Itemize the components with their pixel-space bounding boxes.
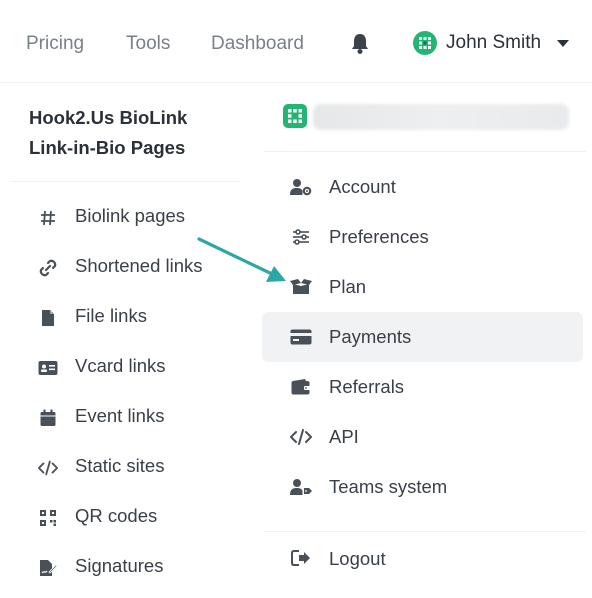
menu-item-label: Preferences [329, 226, 429, 247]
divider [264, 151, 586, 152]
menu-item-label: Teams system [329, 476, 448, 497]
signature-icon [38, 558, 58, 578]
menu-item-label: API [329, 426, 359, 447]
menu-item-label: Plan [329, 276, 367, 297]
menu-item-label: Account [329, 176, 396, 197]
user-menu-toggle[interactable]: John Smith [412, 30, 570, 56]
redacted-email [313, 104, 569, 130]
menu-item-label: Payments [329, 326, 412, 347]
logout-label: Logout [329, 548, 386, 569]
code-icon [290, 427, 312, 447]
caret-down-icon [557, 39, 570, 47]
menu-item-referrals[interactable]: Referrals [262, 362, 583, 412]
bell-icon[interactable] [350, 33, 370, 55]
menu-item-api[interactable]: API [262, 412, 583, 462]
nav-link-pricing[interactable]: Pricing [26, 33, 84, 55]
menu-item-preferences[interactable]: Preferences [262, 212, 583, 262]
credit-card-icon [290, 327, 312, 347]
hash-icon [38, 208, 58, 228]
sidebar-item-label: Event links [75, 405, 165, 426]
sidebar-item-label: Vcard links [75, 355, 166, 376]
brand-line-2: Link-in-Bio Pages [29, 137, 186, 158]
dropdown-user-header [283, 102, 573, 130]
sidebar-item-label: Signatures [75, 555, 164, 576]
divider [264, 531, 586, 532]
menu-item-payments[interactable]: Payments [262, 312, 583, 362]
avatar [412, 30, 438, 56]
sidebar-item-event-links[interactable]: Event links [0, 392, 250, 442]
wallet-icon [290, 377, 312, 397]
sidebar-item-static-sites[interactable]: Static sites [0, 442, 250, 492]
logout-button[interactable]: Logout [262, 534, 583, 584]
id-card-icon [38, 358, 58, 378]
sidebar-item-signatures[interactable]: Signatures [0, 542, 250, 592]
brand-line-1: Hook2.Us BioLink [29, 107, 188, 128]
menu-item-plan[interactable]: Plan [262, 262, 583, 312]
sidebar-item-label: Static sites [75, 455, 165, 476]
user-tag-icon [290, 477, 312, 497]
qr-code-icon [38, 508, 58, 528]
divider [10, 181, 240, 182]
brand-title: Hook2.Us BioLink Link-in-Bio Pages [29, 103, 239, 163]
sign-out-icon [290, 548, 312, 568]
annotation-arrow [190, 232, 300, 292]
nav-link-dashboard[interactable]: Dashboard [211, 33, 304, 55]
sidebar-item-label: File links [75, 305, 147, 326]
sidebar-item-qr-codes[interactable]: QR codes [0, 492, 250, 542]
avatar [283, 104, 307, 128]
user-cog-icon [290, 177, 312, 197]
calendar-icon [38, 408, 58, 428]
sidebar-item-vcard-links[interactable]: Vcard links [0, 342, 250, 392]
sidebar-item-label: Biolink pages [75, 205, 186, 226]
sidebar-item-label: Shortened links [75, 255, 203, 276]
link-icon [38, 258, 58, 278]
sidebar-item-file-links[interactable]: File links [0, 292, 250, 342]
file-icon [38, 308, 58, 328]
nav-link-tools[interactable]: Tools [126, 33, 170, 55]
sidebar-item-label: QR codes [75, 505, 158, 526]
top-navbar: Pricing Tools Dashboard John Smith [0, 0, 592, 83]
account-dropdown-menu: Account Preferences Plan Payments Referr… [262, 162, 583, 512]
code-icon [38, 458, 58, 478]
menu-item-teams-system[interactable]: Teams system [262, 462, 583, 512]
user-name: John Smith [446, 32, 542, 53]
menu-item-account[interactable]: Account [262, 162, 583, 212]
menu-item-label: Referrals [329, 376, 405, 397]
